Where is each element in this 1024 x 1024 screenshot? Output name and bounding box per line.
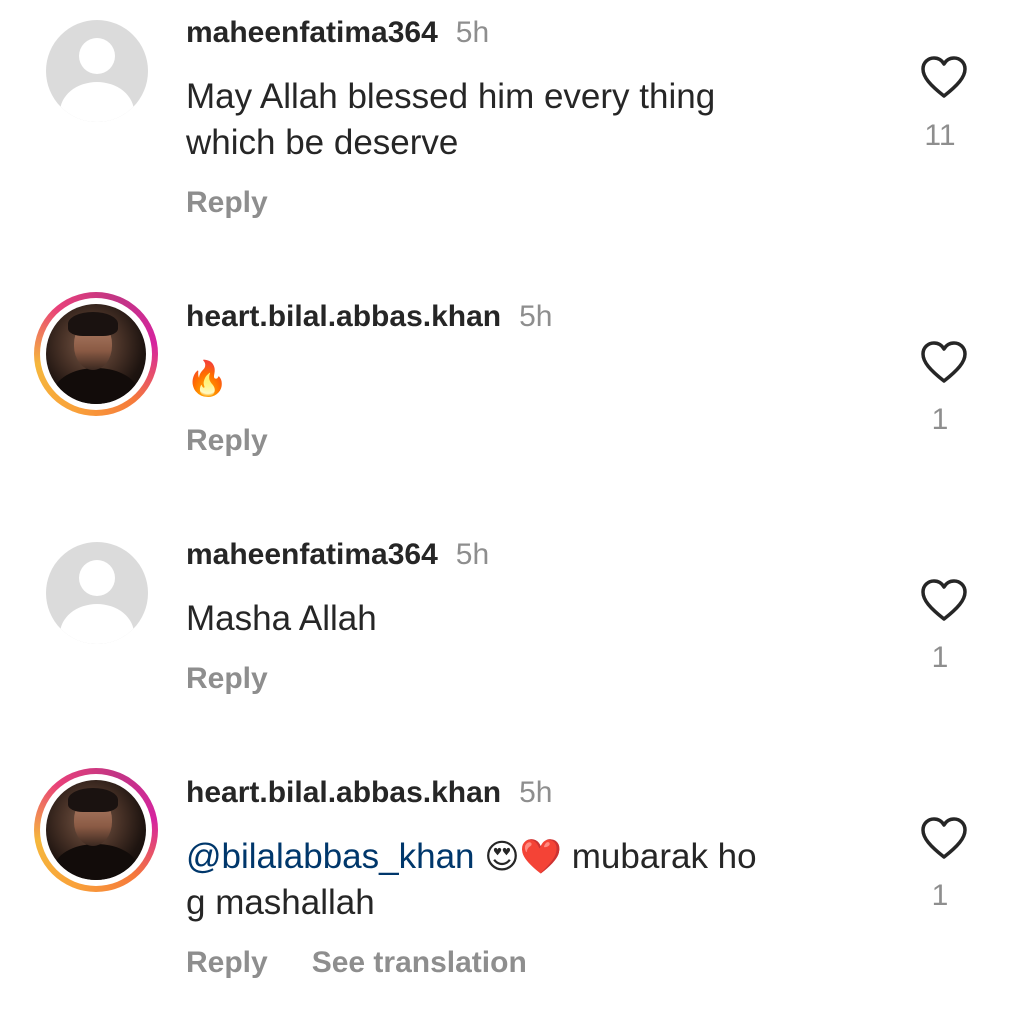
heart-icon[interactable] xyxy=(920,340,968,384)
like-count: 11 xyxy=(924,119,956,152)
heart-icon[interactable] xyxy=(920,578,968,622)
like-count: 1 xyxy=(931,879,949,912)
comment-username[interactable]: heart.bilal.abbas.khan 5h xyxy=(186,300,552,334)
reply-button[interactable]: Reply xyxy=(186,662,268,695)
comment-time: 5h xyxy=(455,538,490,571)
mention-link[interactable]: @bilalabbas_khan xyxy=(186,837,475,876)
reply-button[interactable]: Reply xyxy=(186,946,268,979)
comment-text: Masha Allah xyxy=(186,599,377,638)
comment-text: May Allah blessed him every thing which … xyxy=(186,77,716,162)
default-avatar-icon[interactable] xyxy=(46,542,148,644)
heart-icon[interactable] xyxy=(920,55,968,99)
see-translation-button[interactable]: See translation xyxy=(312,946,527,979)
story-avatar[interactable] xyxy=(34,292,158,416)
reply-button[interactable]: Reply xyxy=(186,186,268,219)
profile-photo xyxy=(46,304,146,404)
comment-text: 🔥 xyxy=(186,356,866,402)
comment-username[interactable]: maheenfatima364 5h xyxy=(186,16,489,50)
like-count: 1 xyxy=(931,641,949,674)
fire-emoji: 🔥 xyxy=(186,360,229,398)
heart-icon[interactable] xyxy=(920,816,968,860)
reply-button[interactable]: Reply xyxy=(186,424,268,457)
like-count: 1 xyxy=(931,403,949,436)
comment-time: 5h xyxy=(455,16,490,49)
comment-username[interactable]: maheenfatima364 5h xyxy=(186,538,489,572)
heart-eyes-emoji: 😍❤️ xyxy=(484,838,563,876)
story-avatar[interactable] xyxy=(34,768,158,892)
comment-time: 5h xyxy=(519,776,553,809)
comment-time: 5h xyxy=(519,300,553,333)
default-avatar-icon[interactable] xyxy=(46,20,148,122)
profile-photo xyxy=(46,780,146,880)
comment-username[interactable]: heart.bilal.abbas.khan 5h xyxy=(186,776,552,810)
comment-text: @bilalabbas_khan 😍❤️ mubarak ho g mashal… xyxy=(186,837,757,922)
